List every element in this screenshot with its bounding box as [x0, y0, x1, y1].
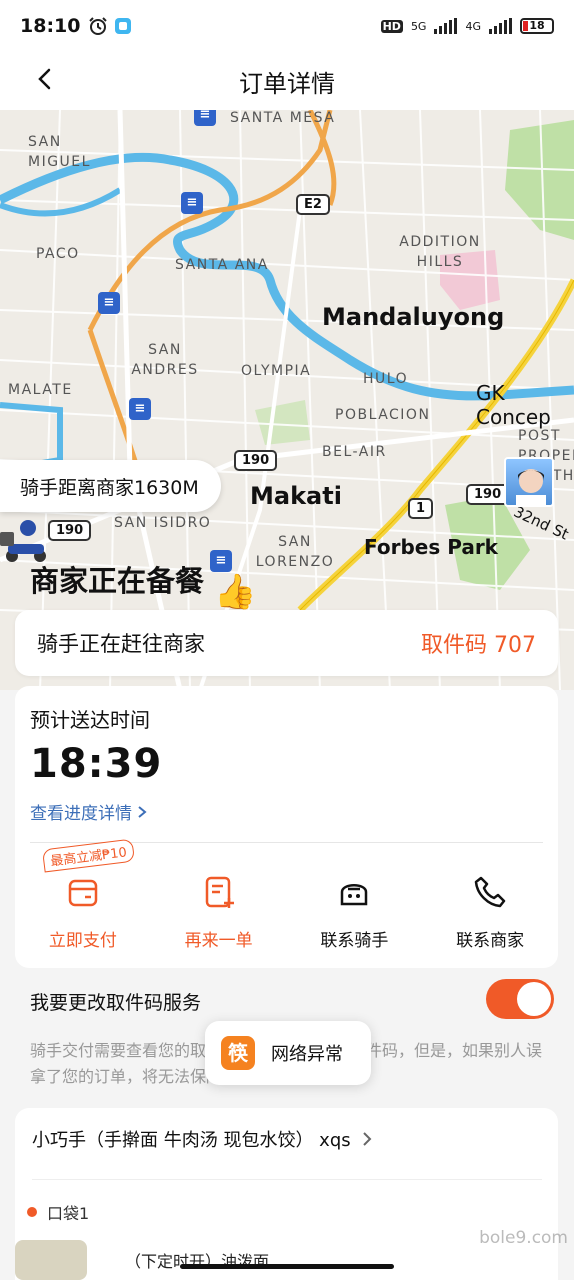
- chevron-right-icon: [362, 1132, 372, 1146]
- toast-text: 网络异常: [271, 1044, 343, 1065]
- thumbs-up-icon: 👍: [214, 572, 257, 612]
- map-label-poblacion: POBLACION: [335, 407, 431, 423]
- map-label-bel-air: BEL-AIR: [322, 444, 387, 460]
- map-label-santa-mesa: SANTA MESA: [230, 110, 336, 126]
- nav-bar: 订单详情: [0, 52, 574, 110]
- map-view[interactable]: SANTA MESA SAN MIGUEL PACO SANTA ANA ADD…: [0, 110, 574, 690]
- metro-station-icon: ≡: [98, 292, 120, 314]
- reorder-button[interactable]: 再来一单: [151, 854, 287, 951]
- pickup-code-toggle[interactable]: [486, 979, 554, 1019]
- bag-label: 口袋1: [47, 1204, 90, 1223]
- change-code-title: 我要更改取件码服务: [30, 992, 202, 1014]
- store-name: 小巧手（手擀面 牛肉汤 现包水饺） xqs: [32, 1130, 351, 1151]
- map-label-san-lorenzo: SAN LORENZO: [255, 534, 335, 570]
- promo-tag: 最高立减₱10: [41, 838, 135, 873]
- map-label-san-isidro: SAN ISIDRO: [114, 515, 212, 531]
- phone-icon: [474, 876, 506, 908]
- contact-rider-button[interactable]: 联系骑手: [287, 854, 423, 951]
- store-card: 小巧手（手擀面 牛肉汤 现包水饺） xqs 口袋1: [15, 1108, 558, 1280]
- bag-label-row: 口袋1: [27, 1200, 89, 1224]
- home-indicator[interactable]: [180, 1264, 394, 1269]
- app-notification-icon: [115, 18, 132, 34]
- item-thumbnail: [15, 1240, 87, 1280]
- map-label-hulo: HULO: [363, 371, 409, 387]
- road-shield-190: 190: [48, 520, 92, 541]
- contact-rider-label: 联系骑手: [320, 931, 389, 951]
- bag-dot-icon: [27, 1207, 37, 1217]
- action-row: 最高立减₱10 立即支付 再来一单 联系骑手 联系商家: [15, 838, 558, 951]
- status-bar: 18:10 HD 5G 4G 18: [0, 0, 574, 52]
- avatar-photo: [516, 469, 546, 505]
- progress-details-link[interactable]: 查看进度详情: [30, 799, 148, 824]
- rider-distance-text: 骑手距离商家1630M: [20, 476, 199, 499]
- battery-icon: 18: [520, 18, 554, 34]
- signal-4g-icon: [489, 18, 512, 34]
- pay-now-label: 立即支付: [48, 931, 117, 951]
- network-error-toast: 筷 网络异常: [205, 1021, 371, 1085]
- page-title: 订单详情: [239, 69, 335, 98]
- road-shield-190: 190: [234, 450, 278, 471]
- rider-distance-bubble: 骑手距离商家1630M: [0, 460, 221, 512]
- map-label-san-andres: SAN ANDRES: [131, 342, 199, 378]
- map-label-forbes-park: Forbes Park: [364, 535, 498, 559]
- map-label-santa-ana: SANTA ANA: [175, 257, 269, 273]
- pay-now-button[interactable]: 最高立减₱10 立即支付: [15, 838, 151, 951]
- metro-station-icon: ≡: [194, 110, 216, 126]
- map-label-olympia: OLYMPIA: [241, 363, 312, 379]
- wallet-icon: [68, 879, 98, 907]
- rider-status-card: 骑手正在赶往商家 取件码 707: [15, 610, 558, 676]
- map-label-mandaluyong: Mandaluyong: [322, 303, 505, 331]
- chevron-right-icon: [138, 805, 147, 818]
- map-label-malate: MALATE: [8, 382, 73, 398]
- map-label-addition-hills: ADDITION HILLS: [399, 234, 481, 270]
- road-shield-1: 1: [408, 498, 434, 519]
- reorder-label: 再来一单: [184, 931, 253, 951]
- rider-status-text: 骑手正在赶往商家: [37, 632, 205, 656]
- eta-label: 预计送达时间: [30, 708, 150, 732]
- merchant-status-text: 商家正在备餐: [30, 564, 205, 598]
- map-label-gk: GK Concep: [476, 381, 551, 429]
- watermark: bole9.com: [479, 1228, 568, 1248]
- progress-link-label: 查看进度详情: [30, 804, 132, 824]
- metro-station-icon: ≡: [181, 192, 203, 214]
- rider-avatar[interactable]: [504, 457, 554, 507]
- app-logo-icon: 筷: [221, 1036, 255, 1070]
- divider: [32, 1179, 542, 1180]
- road-shield-e2: E2: [296, 194, 330, 215]
- chevron-left-icon[interactable]: [30, 64, 60, 94]
- pickup-code: 取件码 707: [421, 633, 536, 658]
- network-5g-label: 5G: [410, 19, 427, 33]
- store-name-link[interactable]: 小巧手（手擀面 牛肉汤 现包水饺） xqs: [32, 1126, 373, 1152]
- alarm-icon: [89, 17, 108, 35]
- rider-helmet-icon: [341, 884, 368, 906]
- status-time: 18:10: [20, 15, 81, 37]
- map-label-san-miguel: SAN MIGUEL: [28, 134, 91, 170]
- eta-time: 18:39: [30, 741, 163, 787]
- hd-badge: HD: [380, 19, 403, 33]
- map-label-paco: PACO: [36, 246, 80, 262]
- metro-station-icon: ≡: [129, 398, 151, 420]
- battery-level: 18: [529, 19, 545, 32]
- toggle-knob: [517, 982, 551, 1016]
- contact-merchant-button[interactable]: 联系商家: [422, 854, 558, 951]
- order-summary-card: 预计送达时间 18:39 查看进度详情 最高立减₱10 立即支付 再来一单 联系…: [15, 686, 558, 968]
- network-4g-label: 4G: [465, 19, 481, 33]
- contact-merchant-label: 联系商家: [456, 931, 525, 951]
- signal-5g-icon: [434, 18, 458, 34]
- metro-station-icon: ≡: [210, 550, 232, 572]
- road-shield-190: 190: [466, 484, 510, 505]
- map-label-makati: Makati: [250, 482, 342, 510]
- reorder-icon: [205, 876, 234, 908]
